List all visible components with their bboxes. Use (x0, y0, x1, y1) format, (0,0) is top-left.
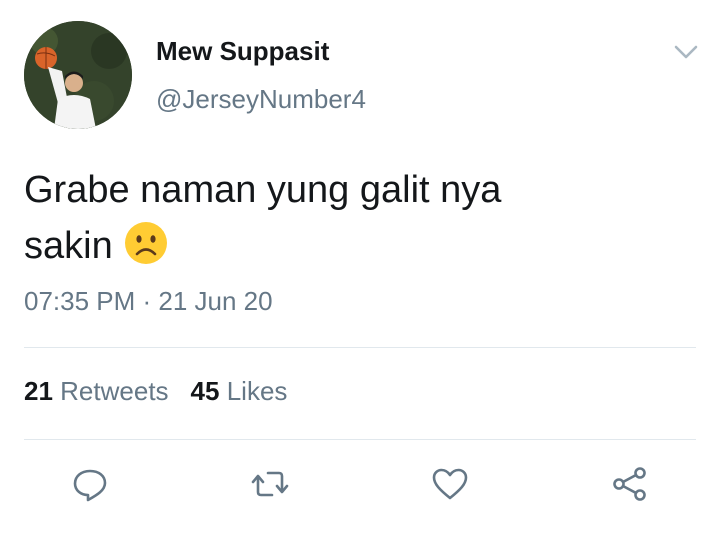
tweet-text-line-2: sakin (24, 225, 113, 267)
tweet-timestamp[interactable]: 07:35 PM · 21 Jun 20 (24, 286, 273, 317)
retweet-button[interactable] (248, 462, 292, 506)
heart-icon (432, 468, 468, 500)
retweet-icon (251, 471, 289, 497)
frowning-face-emoji-icon (123, 220, 169, 266)
divider (24, 439, 696, 440)
reply-icon (73, 469, 107, 502)
tweet-stats: 21 Retweets 45 Likes (24, 376, 287, 407)
divider (24, 347, 696, 348)
tweet-text: Grabe naman yung galit nya sakin (24, 162, 684, 274)
profile-photo-icon (24, 21, 132, 129)
retweets-label: Retweets (60, 376, 169, 406)
likes-label: Likes (226, 376, 288, 406)
likes-count: 45 (190, 376, 220, 406)
tweet-detail: Mew Suppasit @JerseyNumber4 Grabe naman … (0, 0, 720, 539)
tweet-text-line-1: Grabe naman yung galit nya (24, 169, 502, 211)
author-display-name[interactable]: Mew Suppasit (156, 36, 329, 67)
avatar[interactable] (24, 21, 132, 129)
likes-stat[interactable]: 45 Likes (191, 376, 288, 406)
reply-button[interactable] (68, 462, 112, 506)
chevron-down-icon[interactable] (672, 40, 700, 64)
author-handle[interactable]: @JerseyNumber4 (156, 84, 366, 115)
share-icon (613, 467, 646, 501)
share-button[interactable] (608, 462, 652, 506)
like-button[interactable] (428, 462, 472, 506)
retweets-stat[interactable]: 21 Retweets (24, 376, 169, 406)
retweets-count: 21 (24, 376, 53, 406)
